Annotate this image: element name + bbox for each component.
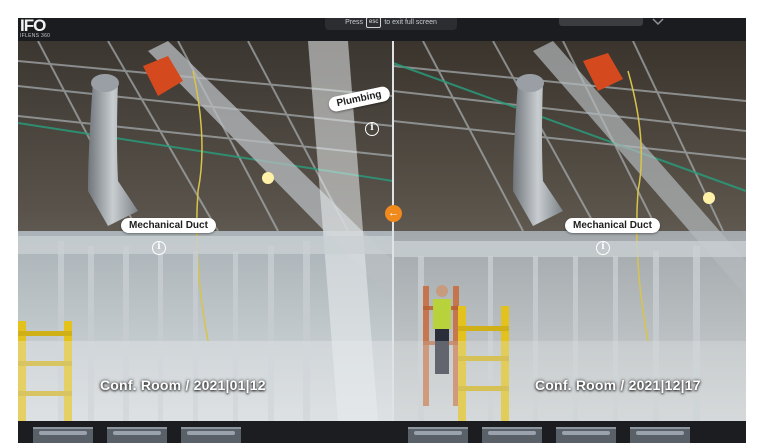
fullscreen-banner: Press esc to exit full screen	[325, 18, 457, 30]
thumbnail[interactable]	[408, 427, 468, 443]
right-caption: Conf. Room / 2021|12|17	[535, 377, 701, 393]
split-divider[interactable]	[392, 41, 394, 421]
thumbnail[interactable]	[482, 427, 542, 443]
chevron-down-icon[interactable]	[650, 18, 666, 28]
top-bar: IFO IFLENS 360 Press esc to exit full sc…	[18, 18, 746, 41]
logo: IFO IFLENS 360	[20, 18, 60, 40]
info-icon[interactable]: i	[152, 241, 166, 255]
banner-prefix: Press	[345, 18, 364, 26]
thumbnail-strip	[18, 421, 746, 443]
info-icon[interactable]: i	[596, 241, 610, 255]
right-pane[interactable]: Mechanical Duct i Conf. Room / 2021|12|1…	[393, 41, 746, 421]
tag-mechanical-duct[interactable]: Mechanical Duct	[121, 218, 216, 233]
thumbnail[interactable]	[630, 427, 690, 443]
toolbar-pill[interactable]	[559, 18, 643, 26]
esc-key-badge: esc	[366, 18, 382, 28]
arrow-left-icon[interactable]: ←	[385, 205, 402, 222]
banner-suffix: to exit full screen	[384, 18, 437, 26]
left-pane[interactable]: Mechanical Duct i Plumbing i Conf. Room …	[18, 41, 393, 421]
thumbnail[interactable]	[33, 427, 93, 443]
thumbnail[interactable]	[181, 427, 241, 443]
info-icon[interactable]: i	[365, 122, 379, 136]
thumbnail[interactable]	[556, 427, 616, 443]
viewer-app: IFO IFLENS 360 Press esc to exit full sc…	[18, 18, 746, 443]
thumbnail[interactable]	[107, 427, 167, 443]
logo-subtext: IFLENS 360	[20, 33, 51, 39]
left-caption: Conf. Room / 2021|01|12	[100, 377, 266, 393]
tag-mechanical-duct[interactable]: Mechanical Duct	[565, 218, 660, 233]
